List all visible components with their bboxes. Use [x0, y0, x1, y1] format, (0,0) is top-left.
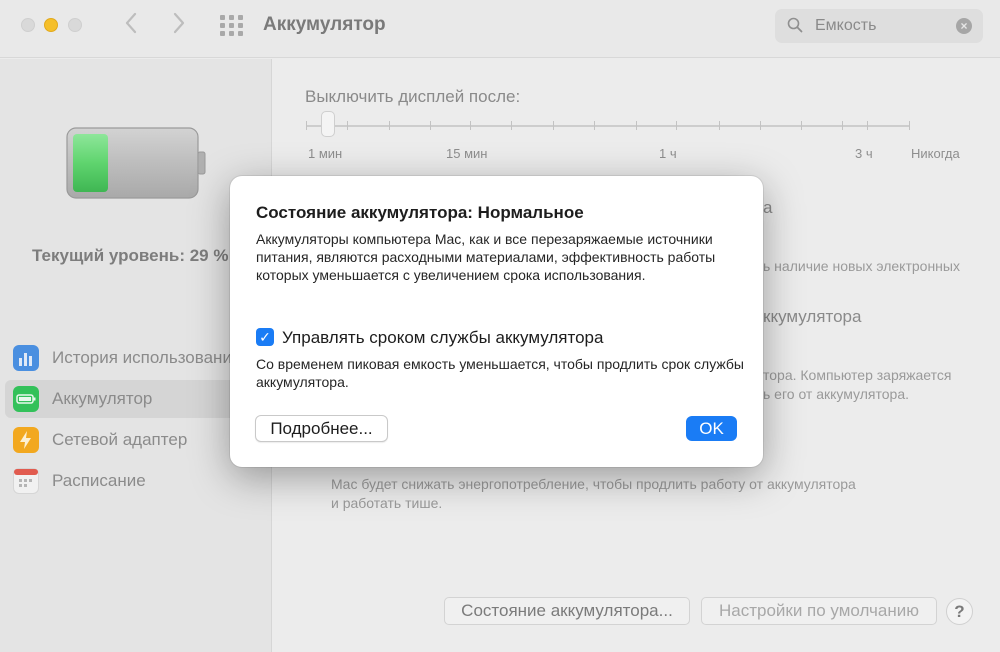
option-title-partial: ккумулятора [763, 307, 862, 326]
slider-label-never: Никогда [911, 146, 960, 161]
system-preferences-window: Аккумулятор Емкость × Текущий уровень: 2… [0, 0, 1000, 652]
option-desc-partial: ь его от аккумулятора. [763, 386, 909, 402]
manage-longevity-checkbox[interactable]: ✓ [256, 328, 274, 346]
help-button[interactable]: ? [946, 598, 973, 625]
slider-tick [760, 121, 761, 130]
title-bar: Аккумулятор Емкость × [0, 0, 1000, 58]
slider-tick [430, 121, 431, 130]
slider-label-1h: 1 ч [659, 146, 677, 161]
slider-label-1min: 1 мин [308, 146, 343, 161]
option-desc-partial: ь наличие новых электронных [763, 258, 960, 274]
checkbox-description: Со временем пиковая емкость уменьшается,… [256, 356, 744, 390]
slider-tick [801, 121, 802, 130]
window-title: Аккумулятор [263, 14, 386, 35]
show-all-grid-icon[interactable] [220, 15, 244, 37]
battery-health-button[interactable]: Состояние аккумулятора... [444, 597, 690, 625]
sidebar-item-power-adapter[interactable]: Сетевой адаптер [5, 421, 267, 459]
clear-search-icon[interactable]: × [956, 18, 972, 34]
slider-tick [719, 121, 720, 130]
sidebar-item-battery[interactable]: Аккумулятор [5, 380, 267, 418]
slider-tick [867, 121, 868, 130]
slider-tick [389, 121, 390, 130]
sidebar-item-schedule[interactable]: Расписание [5, 462, 267, 500]
manage-longevity-label[interactable]: Управлять сроком службы аккумулятора [282, 328, 603, 348]
close-window-button[interactable] [21, 18, 35, 32]
search-field[interactable]: Емкость × [775, 9, 983, 43]
chevron-left-icon [125, 12, 137, 34]
search-input[interactable]: Емкость [815, 17, 876, 35]
sidebar-item-label: Аккумулятор [52, 389, 153, 408]
slider-tick [676, 121, 677, 130]
ok-button[interactable]: OK [686, 416, 737, 441]
more-info-button[interactable]: Подробнее... [255, 415, 388, 442]
battery-icon [13, 386, 39, 412]
low-power-description: и работать тише. [331, 495, 443, 511]
option-desc-partial: тора. Компьютер заряжается [763, 367, 952, 383]
battery-level-icon [66, 127, 206, 199]
sidebar-item-usage-history[interactable]: История использования [5, 339, 267, 377]
sidebar-item-label: История использования [52, 348, 242, 367]
restore-defaults-button[interactable]: Настройки по умолчанию [701, 597, 937, 625]
slider-tick [470, 121, 471, 130]
forward-button[interactable] [168, 12, 190, 38]
minimize-window-button[interactable] [44, 18, 58, 32]
dialog-body: Аккумуляторы компьютера Mac, как и все п… [256, 231, 716, 283]
slider-label-3h: 3 ч [855, 146, 873, 161]
low-power-description: Mac будет снижать энергопотребление, что… [331, 476, 856, 492]
slider-tick [909, 121, 910, 130]
chart-icon [13, 345, 39, 371]
slider-tick [306, 121, 307, 130]
sidebar-item-label: Сетевой адаптер [52, 430, 188, 449]
slider-tick [347, 121, 348, 130]
back-button[interactable] [120, 12, 142, 38]
slider-tick [553, 121, 554, 130]
battery-health-dialog: Состояние аккумулятора: Нормальное Аккум… [230, 176, 763, 467]
display-off-slider-knob[interactable] [321, 111, 335, 137]
chevron-right-icon [173, 12, 185, 34]
search-icon [787, 17, 803, 33]
slider-label-15min: 15 мин [446, 146, 488, 161]
slider-tick [594, 121, 595, 130]
zoom-window-button[interactable] [68, 18, 82, 32]
display-off-label: Выключить дисплей после: [305, 87, 521, 106]
slider-tick [511, 121, 512, 130]
sidebar-item-label: Расписание [52, 471, 146, 490]
option-title-partial: а [763, 198, 773, 217]
slider-tick [842, 121, 843, 130]
slider-tick [636, 121, 637, 130]
dialog-title: Состояние аккумулятора: Нормальное [256, 203, 584, 222]
bolt-icon [13, 427, 39, 453]
display-off-slider-track[interactable] [306, 125, 910, 127]
current-level-label: Текущий уровень: 29 % [32, 246, 229, 265]
calendar-icon [13, 468, 39, 494]
